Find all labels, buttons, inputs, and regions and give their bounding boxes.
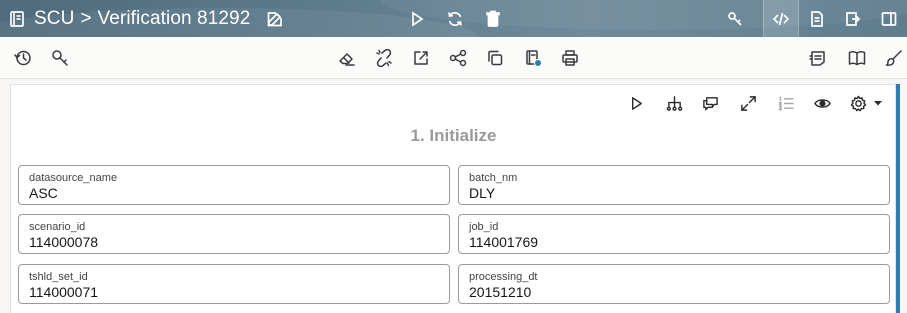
field-label: processing_dt [469, 271, 538, 283]
field-value[interactable]: DLY [469, 185, 495, 201]
eraser-icon[interactable] [335, 46, 359, 70]
edit-title-icon[interactable] [264, 8, 286, 30]
list-edit-icon[interactable] [806, 46, 830, 70]
field-label: job_id [469, 221, 499, 233]
trash-icon[interactable] [482, 8, 504, 30]
field-value[interactable]: 20151210 [469, 284, 531, 300]
panel-toggle-icon[interactable] [871, 0, 907, 37]
app-name[interactable]: SCU [34, 8, 74, 30]
run-controls [406, 0, 504, 37]
processing-dt-field[interactable]: processing_dt 20151210 [458, 264, 890, 304]
breadcrumb-separator: > [80, 7, 92, 29]
field-value[interactable]: 114001769 [469, 234, 538, 250]
comments-icon[interactable] [699, 92, 721, 114]
expand-icon[interactable] [737, 92, 759, 114]
settings-gear-icon[interactable] [847, 92, 869, 114]
scenario-id-field[interactable]: scenario_id 114000078 [18, 214, 450, 254]
field-label: scenario_id [29, 221, 86, 233]
hierarchy-icon[interactable] [663, 92, 685, 114]
book-icon[interactable] [845, 46, 869, 70]
unlink-icon[interactable] [372, 46, 396, 70]
key-search-icon[interactable] [48, 46, 72, 70]
key-icon[interactable] [717, 0, 753, 37]
batch-nm-field[interactable]: batch_nm DLY [458, 165, 890, 205]
title-bar: SCU > Verification 81292 [0, 0, 907, 37]
panel-accent-bar [896, 84, 900, 313]
field-value[interactable]: 114000071 [29, 284, 98, 300]
notebook-toolbar [0, 37, 907, 79]
page-title: Verification 81292 [97, 7, 251, 29]
print-icon[interactable] [558, 46, 582, 70]
copy-icon[interactable] [483, 46, 507, 70]
eye-icon[interactable] [811, 92, 833, 114]
document-icon[interactable] [799, 0, 835, 37]
notebook-icon [6, 8, 28, 30]
field-label: datasource_name [29, 172, 118, 184]
field-label: tshld_set_id [29, 271, 88, 283]
job-id-field[interactable]: job_id 114001769 [458, 214, 890, 254]
tshld-set-id-field[interactable]: tshld_set_id 114000071 [18, 264, 450, 304]
line-numbers-icon[interactable] [775, 92, 797, 114]
brush-icon[interactable] [882, 46, 906, 70]
section-title: 1. Initialize [410, 126, 497, 145]
notebook-badge-icon[interactable] [521, 46, 545, 70]
field-label: batch_nm [469, 172, 518, 184]
share-icon[interactable] [446, 46, 470, 70]
field-value[interactable]: ASC [29, 185, 58, 201]
field-value[interactable]: 114000078 [29, 234, 98, 250]
breadcrumb: SCU > Verification 81292 [6, 0, 286, 37]
refresh-icon[interactable] [444, 8, 466, 30]
view-controls [717, 0, 907, 37]
settings-dropdown-icon[interactable] [871, 92, 885, 114]
history-icon[interactable] [11, 46, 35, 70]
code-view-icon[interactable] [763, 0, 799, 37]
export-icon[interactable] [409, 46, 433, 70]
run-paragraph-icon[interactable] [625, 92, 647, 114]
run-icon[interactable] [406, 8, 428, 30]
notebook-export-icon[interactable] [835, 0, 871, 37]
datasource-name-field[interactable]: datasource_name ASC [18, 165, 450, 205]
